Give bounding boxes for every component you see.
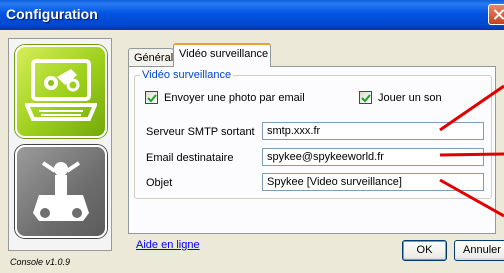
tab-video-surveillance-label: Vidéo surveillance <box>179 48 269 60</box>
configuration-window: Configuration Console v1.0.9 Général Vid… <box>0 0 504 273</box>
play-sound-checkbox[interactable] <box>359 91 372 104</box>
send-photo-checkbox-row[interactable]: Envoyer une photo par email <box>145 91 305 104</box>
checkmark-icon <box>147 94 157 103</box>
subject-label: Objet <box>146 177 173 189</box>
close-icon[interactable] <box>488 4 504 25</box>
ok-button[interactable]: OK <box>402 240 447 261</box>
send-photo-checkbox[interactable] <box>145 91 158 104</box>
tab-video-surveillance[interactable]: Vidéo surveillance <box>173 43 271 67</box>
recipient-email-input[interactable]: spykee@spykeeworld.fr <box>262 148 484 166</box>
cancel-button[interactable]: Annuler <box>454 240 504 261</box>
tab-general-label: Général <box>134 52 174 64</box>
send-photo-label: Envoyer une photo par email <box>164 91 305 104</box>
robot-mode-button[interactable] <box>15 145 107 238</box>
play-sound-checkbox-row[interactable]: Jouer un son <box>359 91 442 104</box>
video-surveillance-mode-button[interactable] <box>15 45 107 138</box>
title-bar[interactable]: Configuration <box>0 0 504 30</box>
subject-input[interactable]: Spykee [Video surveillance] <box>262 173 484 191</box>
smtp-server-input[interactable]: smtp.xxx.fr <box>262 122 484 140</box>
laptop-robot-icon <box>25 59 97 121</box>
checkmark-icon <box>361 94 371 103</box>
mode-panel <box>8 38 112 251</box>
version-label: Console v1.0.9 <box>10 257 71 267</box>
window-title: Configuration <box>6 6 98 22</box>
robot-icon <box>33 161 89 221</box>
tab-general[interactable]: Général <box>128 48 174 66</box>
recipient-email-label: Email destinataire <box>146 152 234 164</box>
play-sound-label: Jouer un son <box>378 91 442 104</box>
smtp-server-label: Serveur SMTP sortant <box>146 126 255 138</box>
group-title: Vidéo surveillance <box>140 69 234 81</box>
online-help-link[interactable]: Aide en ligne <box>136 239 200 251</box>
